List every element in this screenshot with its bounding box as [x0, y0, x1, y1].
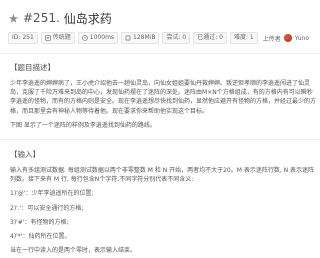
header-divider — [0, 53, 320, 54]
input-paragraph: 输入有多组测试数据. 每组测试数据以两个非零整数 M 和 N 开始，两者均不大于… — [10, 167, 315, 184]
uploader-name[interactable]: Yuno — [295, 35, 309, 42]
type-label: 传统题 — [52, 34, 71, 41]
description-paragraph: 少年李逍遥的婶婶病了，王小虎介绍他去一趟仙灵岛，向仙女姐姐要仙丹救婶婶。叛逆但孝… — [10, 80, 317, 115]
uploader-avatar[interactable] — [283, 34, 292, 42]
input-rule-medicine: 4)'*'：仙药所在位置。 — [10, 233, 71, 241]
type-icon — [44, 35, 51, 41]
memory-limit-label: 128MiB — [133, 34, 156, 41]
problem-statement: 【题目描述】 少年李逍遥的婶婶病了，王小虎介绍他去一趟仙灵岛，向仙女姐姐要仙丹救… — [0, 62, 320, 255]
input-rule-monster: 3)'#'：有怪物的方格; — [10, 218, 69, 226]
problem-id-label: #251. — [23, 11, 60, 25]
time-limit-label: 1000ms — [89, 34, 115, 41]
problem-name: 仙岛求药 — [63, 11, 112, 26]
input-end-note: 当在一行中读入的是两个零时，表示输入结束。 — [10, 247, 137, 255]
problem-title: #251. 仙岛求药 — [8, 9, 314, 27]
input-rule-safe: 2)'.'：可以安全通行的方格; — [10, 204, 84, 212]
memory-icon — [125, 35, 131, 41]
difficulty-badge: 难度: 1 — [229, 32, 258, 44]
clock-icon — [81, 35, 88, 41]
id-badge: ID: 251 — [8, 32, 38, 44]
memory-limit-badge: 128MiB — [121, 32, 160, 44]
tried-badge: 尝试: 0 — [162, 32, 191, 44]
uploader-label: 上传者 — [262, 35, 281, 43]
description-figure-note: 下图 显示了一个迷阵的样例及李逍遥找到仙药的路线。 — [10, 121, 156, 129]
input-rule-start: 1)'@'：少年李逍遥所在的位置; — [10, 190, 94, 198]
problem-meta: ID: 251 传统题 1000ms 128MiB 尝试: 0 已通过: 0 难… — [8, 31, 316, 45]
input-heading: 【输入】 — [10, 150, 40, 160]
description-heading: 【题目描述】 — [10, 63, 55, 72]
type-badge: 传统题 — [40, 32, 75, 44]
accepted-badge: 已通过: 0 — [193, 32, 227, 44]
time-limit-badge: 1000ms — [77, 32, 119, 44]
problem-page: #251. 仙岛求药 ID: 251 传统题 1000ms 128MiB 尝试:… — [0, 0, 320, 258]
problem-icon — [8, 13, 19, 24]
